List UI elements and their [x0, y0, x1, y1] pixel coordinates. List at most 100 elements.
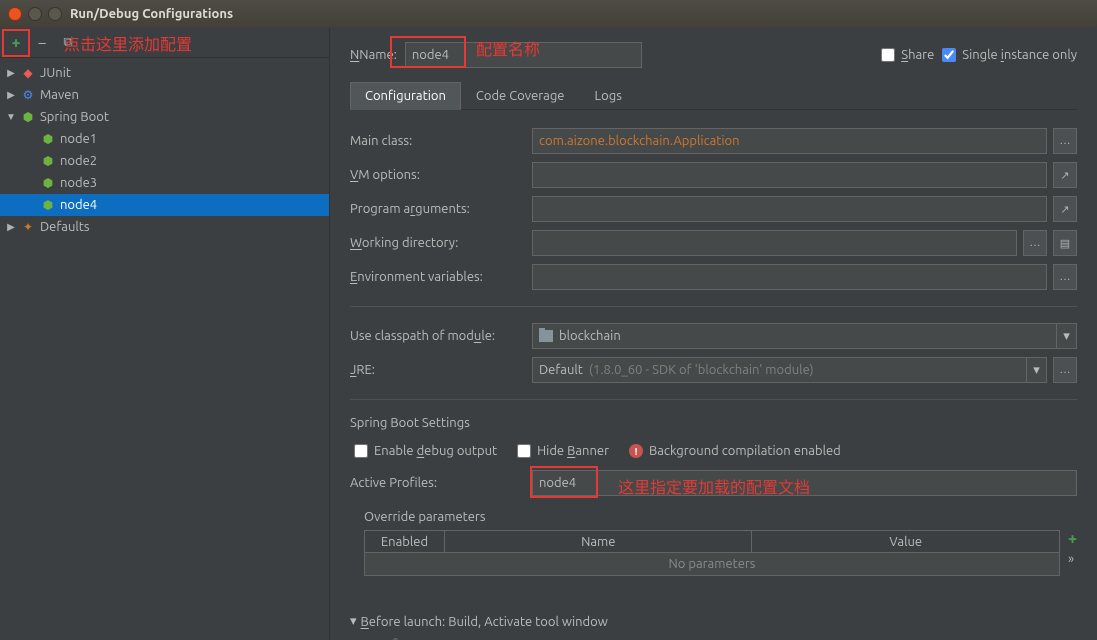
- program-args-input[interactable]: [532, 196, 1047, 222]
- expand-icon: ▶: [6, 89, 16, 101]
- sidebar-toolbar: + − ⧉ 点击这里添加配置: [0, 28, 329, 58]
- program-args-label: Program arguments:: [350, 202, 522, 216]
- tab-coverage[interactable]: Code Coverage: [461, 82, 580, 109]
- params-table[interactable]: Enabled Name Value No parameters: [364, 530, 1060, 576]
- tree-node2[interactable]: ⬢ node2: [0, 150, 329, 172]
- env-vars-input[interactable]: [532, 264, 1047, 290]
- window-controls: [8, 7, 62, 21]
- maven-icon: ⚙: [20, 87, 36, 103]
- tab-logs[interactable]: Logs: [580, 82, 637, 109]
- override-params-label: Override parameters: [364, 510, 1077, 524]
- vm-options-label: VM options:: [350, 168, 522, 182]
- junit-icon: ◆: [20, 65, 36, 81]
- remove-config-button[interactable]: −: [32, 33, 52, 53]
- single-instance-checkbox[interactable]: [942, 48, 956, 62]
- add-annotation: 点击这里添加配置: [64, 31, 192, 55]
- collapse-icon: ▼: [6, 111, 16, 123]
- classpath-label: Use classpath of module:: [350, 329, 522, 343]
- spring-icon: ⬢: [20, 109, 36, 125]
- bl-add-button[interactable]: +: [352, 636, 360, 640]
- spring-icon: ⬢: [40, 197, 56, 213]
- main-class-label: Main class:: [350, 134, 522, 148]
- jre-label: JRE:: [350, 363, 522, 377]
- tree-node1[interactable]: ⬢ node1: [0, 128, 329, 150]
- tree-defaults[interactable]: ▶ ✦ Defaults: [0, 216, 329, 238]
- name-row: NName: Share Single instance only: [350, 42, 1077, 68]
- bl-down-button[interactable]: ↓: [435, 636, 442, 640]
- macro-dir-button[interactable]: ▤: [1053, 230, 1077, 256]
- tree-node4[interactable]: ⬢ node4: [0, 194, 329, 216]
- enable-debug-row[interactable]: Enable debug output: [354, 444, 497, 458]
- working-dir-input[interactable]: [532, 230, 1017, 256]
- chevron-down-icon: ▾: [1026, 358, 1046, 382]
- spring-icon: ⬢: [40, 131, 56, 147]
- folder-icon: [539, 330, 553, 342]
- th-name: Name: [445, 531, 752, 552]
- enable-debug-checkbox[interactable]: [354, 444, 368, 458]
- share-checkbox[interactable]: [881, 48, 895, 62]
- warning-icon: !: [629, 444, 643, 458]
- config-sidebar: + − ⧉ 点击这里添加配置 ▶ ◆ JUnit ▶ ⚙ Maven ▼ ⬢ S…: [0, 28, 330, 640]
- share-checkbox-row[interactable]: Share: [881, 48, 934, 62]
- browse-class-button[interactable]: …: [1053, 128, 1077, 154]
- window-title: Run/Debug Configurations: [70, 7, 233, 21]
- window-minimize-button[interactable]: [28, 7, 42, 21]
- th-value: Value: [752, 531, 1058, 552]
- config-tree: ▶ ◆ JUnit ▶ ⚙ Maven ▼ ⬢ Spring Boot ⬢ no…: [0, 58, 329, 640]
- copy-config-button[interactable]: ⧉: [58, 33, 78, 53]
- vm-options-input[interactable]: [532, 162, 1047, 188]
- spring-section-title: Spring Boot Settings: [350, 416, 1077, 430]
- window-close-button[interactable]: [8, 7, 22, 21]
- defaults-icon: ✦: [20, 219, 36, 235]
- expand-vm-button[interactable]: ↗: [1053, 162, 1077, 188]
- expand-icon: ▶: [6, 67, 16, 79]
- hide-banner-checkbox[interactable]: [517, 444, 531, 458]
- chevron-down-icon: ▾: [1056, 324, 1076, 348]
- working-dir-label: Working directory:: [350, 236, 522, 250]
- no-params-row: No parameters: [365, 553, 1059, 575]
- expand-args-button[interactable]: ↗: [1053, 196, 1077, 222]
- th-enabled: Enabled: [365, 531, 445, 552]
- env-vars-button[interactable]: …: [1053, 264, 1077, 290]
- browse-dir-button[interactable]: …: [1023, 230, 1047, 256]
- expand-icon: ▶: [6, 221, 16, 233]
- name-label: NName:: [350, 48, 397, 62]
- share-label: Share: [901, 48, 934, 62]
- name-input[interactable]: [405, 42, 642, 68]
- active-profiles-label: Active Profiles:: [350, 476, 522, 490]
- single-instance-label: Single instance only: [962, 48, 1077, 62]
- add-config-button[interactable]: +: [6, 33, 26, 53]
- more-param-button[interactable]: »: [1068, 552, 1077, 566]
- tree-springboot[interactable]: ▼ ⬢ Spring Boot: [0, 106, 329, 128]
- single-instance-row[interactable]: Single instance only: [942, 48, 1077, 62]
- config-content: NName: Share Single instance only 配置名称 C…: [330, 28, 1097, 640]
- tree-junit[interactable]: ▶ ◆ JUnit: [0, 62, 329, 84]
- jre-select[interactable]: Default (1.8.0_60 - SDK of 'blockchain' …: [532, 357, 1047, 383]
- add-param-button[interactable]: +: [1068, 530, 1077, 548]
- bl-edit-button[interactable]: ✎: [392, 635, 404, 640]
- env-vars-label: Environment variables:: [350, 270, 522, 284]
- before-launch-toolbar: + − ✎ ↑ ↓: [350, 629, 1077, 640]
- window-titlebar: Run/Debug Configurations: [0, 0, 1097, 28]
- bg-compile-label: Background compilation enabled: [649, 444, 841, 458]
- bl-up-button[interactable]: ↑: [416, 636, 423, 640]
- config-tabs: Configuration Code Coverage Logs: [350, 82, 1077, 110]
- hide-banner-label: Hide Banner: [537, 444, 609, 458]
- spring-icon: ⬢: [40, 153, 56, 169]
- window-maximize-button[interactable]: [48, 7, 62, 21]
- form-area: Main class: … VM options: ↗ Program argu…: [350, 118, 1077, 640]
- hide-banner-row[interactable]: Hide Banner: [517, 444, 609, 458]
- jre-browse-button[interactable]: …: [1053, 357, 1077, 383]
- bl-remove-button[interactable]: −: [372, 636, 380, 640]
- main-class-input[interactable]: [532, 128, 1047, 154]
- tree-node3[interactable]: ⬢ node3: [0, 172, 329, 194]
- tree-maven[interactable]: ▶ ⚙ Maven: [0, 84, 329, 106]
- tab-configuration[interactable]: Configuration: [350, 82, 461, 110]
- active-profiles-input[interactable]: [532, 470, 1077, 496]
- collapse-icon: ▾: [350, 614, 357, 629]
- spring-icon: ⬢: [40, 175, 56, 191]
- before-launch-header[interactable]: ▾ Before launch: Build, Activate tool wi…: [350, 614, 1077, 629]
- classpath-select[interactable]: blockchain ▾: [532, 323, 1077, 349]
- enable-debug-label: Enable debug output: [374, 444, 497, 458]
- bg-compile-row: ! Background compilation enabled: [629, 444, 841, 458]
